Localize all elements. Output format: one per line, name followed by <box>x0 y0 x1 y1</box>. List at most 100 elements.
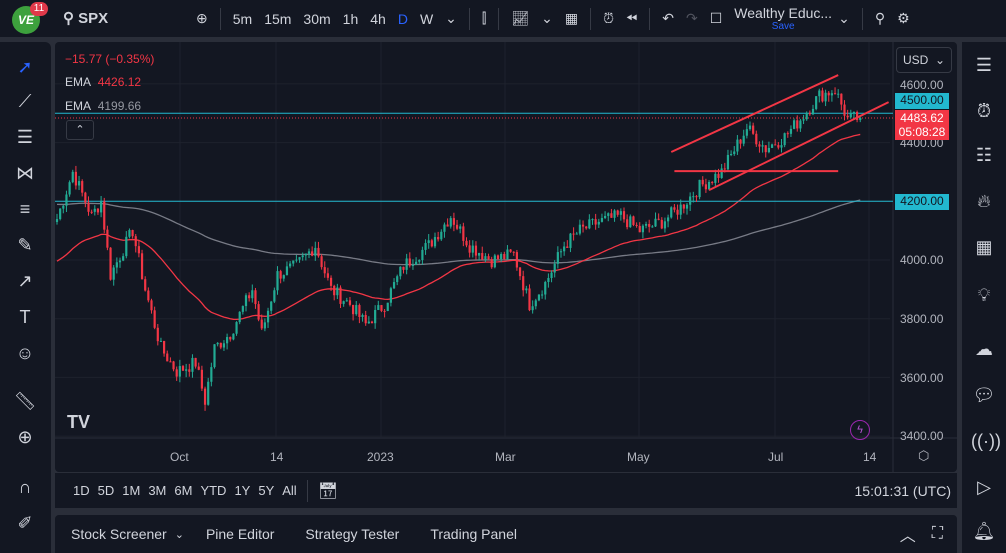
object-tree-icon[interactable]: ☷ <box>971 142 997 168</box>
add-symbol-button[interactable]: ⊕ <box>190 10 214 27</box>
interval-1h[interactable]: 1h <box>337 11 365 27</box>
interval-4h[interactable]: 4h <box>364 11 392 27</box>
candle-body <box>833 93 837 95</box>
range-3m[interactable]: 3M <box>144 483 170 498</box>
fullscreen-icon[interactable]: ☐ <box>704 10 729 27</box>
cursor-icon[interactable]: ➚ <box>12 54 38 80</box>
candle-body <box>282 275 285 279</box>
interval-w[interactable]: W <box>414 11 439 27</box>
candle-body <box>657 218 660 220</box>
candle-body <box>358 305 361 317</box>
alert-icon[interactable]: ⏰︎ <box>597 10 620 27</box>
messages-icon[interactable]: 💬︎ <box>971 382 997 408</box>
candle-body <box>355 305 358 315</box>
hotlist-icon[interactable]: 🔥︎ <box>971 188 997 214</box>
ruler-icon[interactable]: 📏︎ <box>12 388 38 414</box>
legend-ema-slow[interactable]: EMA 4199.66 <box>65 99 141 113</box>
range-ytd[interactable]: YTD <box>196 483 230 498</box>
bell-icon[interactable]: 🔔︎ <box>971 518 997 544</box>
chevron-down-icon[interactable]: ⌄ <box>832 10 856 27</box>
zoom-in-icon[interactable]: ⊕ <box>12 424 38 450</box>
candle-body <box>837 93 840 95</box>
layouts-icon[interactable]: ▦ <box>559 10 584 27</box>
tab-trading-panel[interactable]: Trading Panel <box>430 526 517 542</box>
lock-drawings-icon[interactable]: ✐ <box>12 510 38 536</box>
maximize-panel-icon[interactable]: ⛶ <box>932 525 943 543</box>
ideas-icon[interactable]: 💡︎ <box>971 282 997 308</box>
clock[interactable]: 15:01:31 (UTC) <box>855 483 951 499</box>
candle-body <box>528 288 531 311</box>
range-5d[interactable]: 5D <box>94 483 119 498</box>
tab-pine-editor[interactable]: Pine Editor <box>206 526 274 542</box>
candle-body <box>289 263 292 267</box>
legend-ema-fast[interactable]: EMA 4426.12 <box>65 75 141 89</box>
trendline-icon[interactable]: ⟋ <box>12 88 38 114</box>
magnet-icon[interactable]: ∩ <box>12 474 38 500</box>
symbol-search[interactable]: ⚲ SPX <box>63 9 108 27</box>
candle-body <box>821 90 824 102</box>
brush-icon[interactable]: ✎ <box>12 232 38 258</box>
save-button[interactable]: Save <box>772 21 795 32</box>
candle-body <box>730 153 733 155</box>
chevron-down-icon[interactable]: ⌄ <box>535 10 559 27</box>
candle-body <box>808 112 811 115</box>
broadcast-icon[interactable]: ((·)) <box>971 428 1001 454</box>
interval-d[interactable]: D <box>392 11 414 27</box>
candle-body <box>566 246 569 248</box>
layout-name-button[interactable]: Wealthy Educ... Save <box>734 5 832 32</box>
goto-date-icon[interactable]: 📅︎ <box>314 481 342 501</box>
time-label: Mar <box>495 450 516 464</box>
candle-body <box>685 204 689 209</box>
range-1m[interactable]: 1M <box>118 483 144 498</box>
text-icon[interactable]: T <box>12 304 38 330</box>
price-chart[interactable] <box>55 42 957 472</box>
expand-panel-icon[interactable]: ︿ <box>900 522 916 546</box>
candle-body <box>93 208 96 212</box>
candle-body <box>849 113 852 118</box>
chevron-down-icon[interactable]: ⌄ <box>439 10 463 27</box>
alarm-clock-icon[interactable]: ⏰︎ <box>971 98 997 124</box>
range-5y[interactable]: 5Y <box>254 483 278 498</box>
collapse-legend-button[interactable]: ⌃ <box>66 120 94 140</box>
tab-strategy-tester[interactable]: Strategy Tester <box>305 526 399 542</box>
candle-body <box>780 145 783 148</box>
candle-body <box>336 287 339 296</box>
interval-30m[interactable]: 30m <box>297 11 336 27</box>
fib-icon[interactable]: ≡ <box>12 196 38 222</box>
axis-settings-icon[interactable]: ⬡ <box>918 448 929 464</box>
indicators-icon[interactable]: 📈︎ <box>505 10 535 27</box>
range-6m[interactable]: 6M <box>170 483 196 498</box>
replay-icon[interactable]: ⏪︎ <box>620 10 643 27</box>
interval-15m[interactable]: 15m <box>258 11 297 27</box>
calendar-icon[interactable]: ▦ <box>971 234 997 260</box>
redo-icon[interactable]: ↷ <box>680 10 704 27</box>
range-all[interactable]: All <box>278 483 300 498</box>
quick-search-icon[interactable]: ⚲ <box>869 10 891 27</box>
candle-body <box>493 255 496 268</box>
tab-stock-screener[interactable]: Stock Screener <box>71 526 167 542</box>
range-1d[interactable]: 1D <box>69 483 94 498</box>
currency-select[interactable]: USD ⌄ <box>896 47 952 73</box>
streams-icon[interactable]: ▷ <box>971 474 997 500</box>
watchlist-icon[interactable]: ☰ <box>971 52 997 78</box>
candles-icon[interactable]: ⫿ <box>476 10 492 27</box>
arrow-icon[interactable]: ↗ <box>12 268 38 294</box>
candle-body <box>471 245 474 253</box>
candle-body <box>421 249 424 261</box>
candle-body <box>726 154 730 170</box>
horizontal-lines-icon[interactable]: ☰ <box>12 124 38 150</box>
interval-5m[interactable]: 5m <box>227 11 258 27</box>
chat-icon[interactable]: ☁ <box>971 336 997 362</box>
lightning-icon[interactable]: ϟ <box>850 420 870 440</box>
candle-body <box>704 184 707 190</box>
pattern-icon[interactable]: ⋈ <box>12 160 38 186</box>
candle-body <box>748 125 752 130</box>
emoji-icon[interactable]: ☺ <box>12 340 38 366</box>
chart-pane[interactable]: −15.77 (−0.35%) EMA 4426.12 EMA 4199.66 … <box>55 42 957 472</box>
gear-icon[interactable]: ⚙ <box>891 10 916 27</box>
tradingview-logo[interactable]: TV <box>67 412 90 433</box>
chevron-down-icon[interactable]: ⌄ <box>175 528 184 541</box>
undo-icon[interactable]: ↶ <box>656 10 680 27</box>
range-1y[interactable]: 1Y <box>230 483 254 498</box>
candle-body <box>679 204 682 215</box>
